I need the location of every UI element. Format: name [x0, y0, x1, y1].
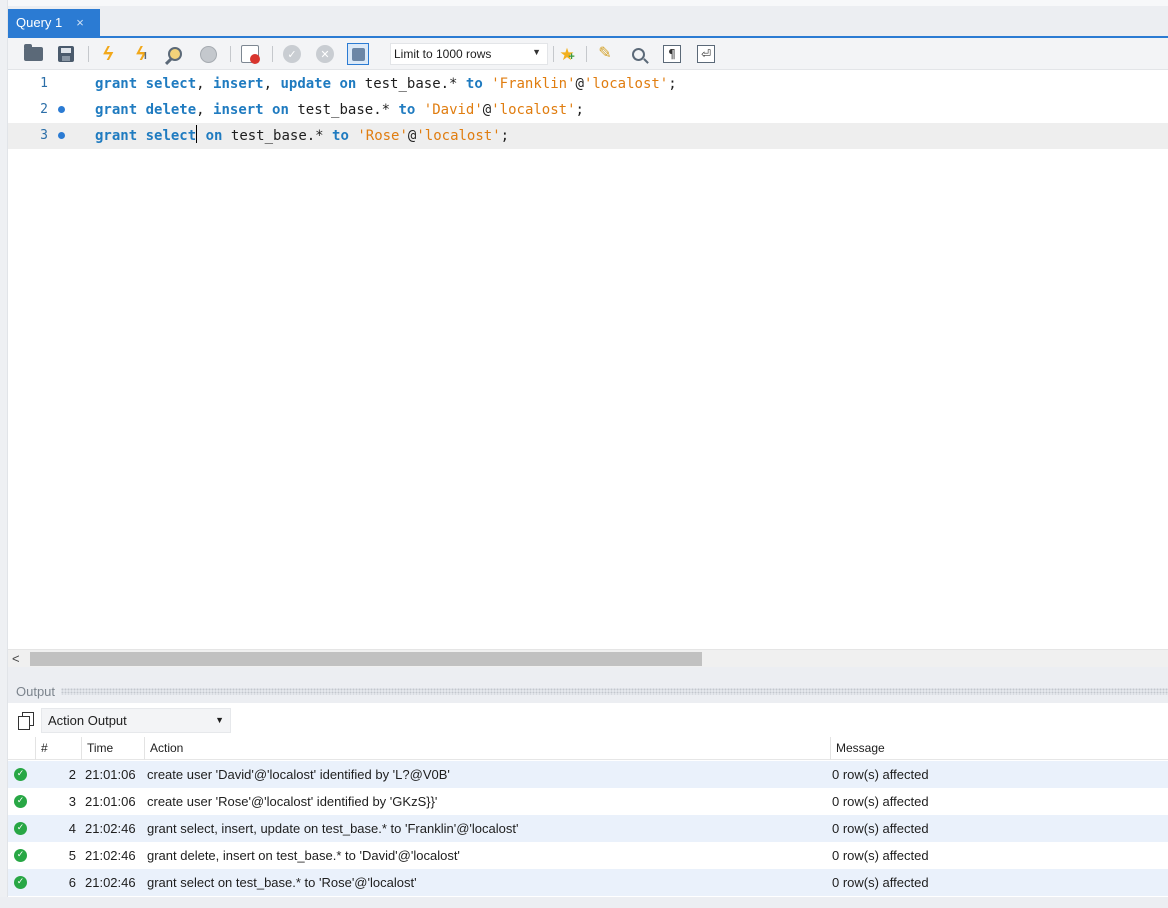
action-column-header[interactable]: Action — [145, 737, 831, 760]
table-header: # Time Action Message — [8, 737, 1168, 760]
tab-strip: Query 1 × — [8, 0, 1168, 38]
output-title: Output — [16, 683, 56, 699]
status-column-header — [8, 737, 36, 760]
beautify-icon[interactable]: ✎ — [594, 43, 616, 65]
num-column-header[interactable]: # — [36, 737, 82, 760]
save-icon[interactable] — [55, 43, 77, 65]
chevron-down-icon: ▼ — [215, 715, 224, 725]
word-wrap-icon[interactable]: ⏎ — [695, 43, 717, 65]
code-line-1[interactable]: grant select, insert, update on test_bas… — [95, 71, 677, 97]
editor-line[interactable]: 2 grant delete, insert on test_base.* to… — [8, 97, 1168, 123]
toolbar-separator — [553, 46, 554, 62]
copy-icon[interactable] — [18, 712, 34, 730]
autocommit-icon[interactable] — [347, 43, 369, 65]
sql-editor[interactable]: 1 grant select, insert, update on test_b… — [8, 71, 1168, 649]
invisible-chars-icon[interactable]: ¶ — [661, 43, 683, 65]
status-strip — [0, 897, 1168, 908]
explain-icon[interactable] — [164, 43, 186, 65]
close-icon[interactable]: × — [76, 15, 84, 30]
scroll-left-icon[interactable]: < — [12, 651, 20, 666]
success-icon: ✓ — [14, 849, 27, 862]
code-line-3[interactable]: grant select on test_base.* to 'Rose'@'l… — [95, 123, 509, 149]
success-icon: ✓ — [14, 822, 27, 835]
table-row[interactable]: ✓ 4 21:02:46 grant select, insert, updat… — [8, 815, 1168, 842]
open-folder-icon[interactable] — [22, 43, 44, 65]
code-line-2[interactable]: grant delete, insert on test_base.* to '… — [95, 97, 584, 123]
toolbar-separator — [586, 46, 587, 62]
table-row[interactable]: ✓ 6 21:02:46 grant select on test_base.*… — [8, 869, 1168, 896]
message-column-header[interactable]: Message — [831, 737, 1168, 760]
success-icon: ✓ — [14, 768, 27, 781]
execute-icon[interactable]: ϟ — [97, 43, 119, 65]
rollback-icon[interactable]: ✕ — [314, 43, 336, 65]
editor-line-current[interactable]: 3 grant select on test_base.* to 'Rose'@… — [8, 123, 1168, 149]
window-left-edge — [0, 0, 8, 908]
table-row[interactable]: ✓ 3 21:01:06 create user 'Rose'@'localos… — [8, 788, 1168, 815]
row-limit-label: Limit to 1000 rows — [394, 47, 492, 61]
output-type-select[interactable]: Action Output ▼ — [41, 708, 231, 733]
line-number: 1 — [40, 76, 48, 91]
output-type-label: Action Output — [48, 713, 127, 728]
find-icon[interactable] — [627, 43, 649, 65]
chevron-down-icon: ▼ — [532, 47, 541, 57]
statement-marker-icon — [58, 106, 65, 113]
line-number: 2 — [40, 102, 48, 117]
tab-query-1[interactable]: Query 1 × — [8, 9, 100, 36]
execute-current-icon[interactable]: ϟ — [130, 43, 152, 65]
success-icon: ✓ — [14, 876, 27, 889]
row-limit-select[interactable]: Limit to 1000 rows ▼ — [390, 43, 548, 65]
table-row[interactable]: ✓ 2 21:01:06 create user 'David'@'localo… — [8, 761, 1168, 788]
statement-marker-icon — [58, 132, 65, 139]
sql-editor-toolbar: ϟ ϟ ✓ ✕ Limit to 1000 rows ▼ ★ ✎ ¶ ⏎ — [8, 38, 1168, 70]
scrollbar-thumb[interactable] — [30, 652, 702, 666]
action-output-table: # Time Action Message ✓ 2 21:01:06 creat… — [8, 737, 1168, 897]
horizontal-scrollbar[interactable]: < — [8, 649, 1168, 667]
panel-splitter[interactable] — [8, 667, 1168, 679]
toolbar-separator — [230, 46, 231, 62]
tab-title: Query 1 — [16, 15, 63, 30]
line-number: 3 — [40, 128, 48, 143]
toolbar-separator — [88, 46, 89, 62]
output-panel-header: Output — [8, 679, 1168, 703]
output-toolbar: Action Output ▼ — [8, 703, 1168, 737]
time-column-header[interactable]: Time — [82, 737, 145, 760]
error-toggle-icon[interactable] — [239, 43, 261, 65]
add-snippet-icon[interactable]: ★ — [556, 43, 578, 65]
table-row[interactable]: ✓ 5 21:02:46 grant delete, insert on tes… — [8, 842, 1168, 869]
stop-icon[interactable] — [197, 43, 219, 65]
success-icon: ✓ — [14, 795, 27, 808]
editor-line[interactable]: 1 grant select, insert, update on test_b… — [8, 71, 1168, 97]
commit-icon[interactable]: ✓ — [281, 43, 303, 65]
drag-grip[interactable] — [61, 687, 1168, 695]
toolbar-separator — [272, 46, 273, 62]
